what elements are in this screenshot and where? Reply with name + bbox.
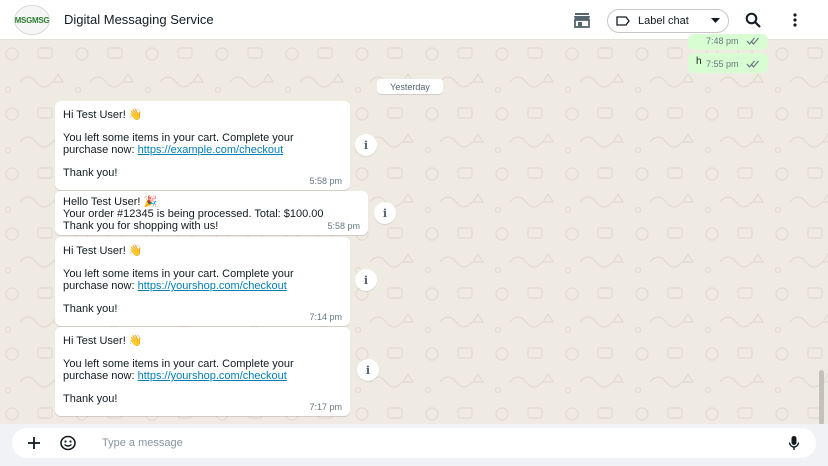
storefront-icon bbox=[574, 13, 590, 28]
double-check-icon bbox=[746, 60, 759, 68]
chat-title[interactable]: Digital Messaging Service bbox=[64, 12, 214, 27]
message-line: purchase now: https://example.com/checko… bbox=[63, 144, 284, 156]
mic-icon bbox=[788, 436, 800, 450]
incoming-message[interactable]: Hi Test User! 👋 You left some items in y… bbox=[55, 101, 350, 190]
message-time: 5:58 pm bbox=[327, 221, 360, 231]
voice-button[interactable] bbox=[784, 434, 804, 452]
incoming-message[interactable]: Hello Test User! 🎉 Your order #12345 is … bbox=[55, 191, 368, 235]
message-line: Your order #12345 is being processed. To… bbox=[63, 208, 324, 220]
message-line: You left some items in your cart. Comple… bbox=[63, 268, 294, 280]
outgoing-message[interactable]: h 7:55 pm bbox=[688, 53, 768, 73]
label-chat-text: Label chat bbox=[638, 15, 689, 27]
message-input[interactable] bbox=[102, 435, 772, 451]
info-icon[interactable]: i bbox=[355, 134, 377, 156]
search-button[interactable] bbox=[742, 10, 764, 30]
avatar[interactable]: MSGMSG bbox=[14, 5, 50, 35]
checkout-link[interactable]: https://yourshop.com/checkout bbox=[138, 280, 287, 292]
message-line: Thank you for shopping with us! bbox=[63, 220, 219, 232]
message-line: Hi Test User! 👋 bbox=[63, 109, 143, 121]
message-line: purchase now: https://yourshop.com/check… bbox=[63, 280, 287, 292]
message-line: Thank you! bbox=[63, 167, 118, 179]
label-icon bbox=[616, 16, 630, 26]
incoming-message[interactable]: Hi Test User! 👋 You left some items in y… bbox=[55, 237, 350, 326]
message-line: Hi Test User! 👋 bbox=[63, 245, 143, 257]
outgoing-text: h bbox=[696, 56, 702, 67]
message-line: Thank you! bbox=[63, 393, 118, 405]
double-check-icon bbox=[746, 37, 759, 45]
message-line: Hi Test User! 👋 bbox=[63, 335, 143, 347]
scrollbar[interactable] bbox=[819, 370, 824, 425]
message-time: 7:17 pm bbox=[309, 402, 342, 412]
outgoing-message[interactable]: 7:48 pm bbox=[688, 34, 768, 50]
message-line: Hello Test User! 🎉 bbox=[63, 196, 158, 208]
incoming-message[interactable]: Hi Test User! 👋 You left some items in y… bbox=[55, 327, 350, 416]
message-time: 5:58 pm bbox=[309, 176, 342, 186]
message-time: 7:14 pm bbox=[309, 312, 342, 322]
message-time: 7:48 pm bbox=[706, 36, 739, 46]
message-time: 7:55 pm bbox=[706, 59, 739, 69]
message-line: You left some items in your cart. Comple… bbox=[63, 358, 294, 370]
info-icon[interactable]: i bbox=[355, 269, 377, 291]
more-vert-icon bbox=[793, 13, 797, 27]
chat-area[interactable]: 7:48 pm h 7:55 pm Yesterday Hi Test User… bbox=[0, 34, 828, 425]
menu-button[interactable] bbox=[784, 10, 806, 30]
checkout-link[interactable]: https://yourshop.com/checkout bbox=[138, 370, 287, 382]
date-separator: Yesterday bbox=[377, 79, 443, 94]
chevron-down-icon bbox=[711, 18, 720, 23]
message-line: purchase now: https://yourshop.com/check… bbox=[63, 370, 287, 382]
search-icon bbox=[745, 12, 761, 28]
sticker-button[interactable] bbox=[58, 434, 78, 452]
label-chat-button[interactable]: Label chat bbox=[607, 9, 729, 33]
info-icon[interactable]: i bbox=[374, 202, 396, 224]
checkout-link[interactable]: https://example.com/checkout bbox=[138, 144, 284, 156]
info-icon[interactable]: i bbox=[357, 359, 379, 381]
brand-logo: MSGMSG bbox=[14, 15, 50, 25]
composer bbox=[12, 428, 816, 458]
attach-button[interactable] bbox=[24, 434, 44, 452]
sticker-icon bbox=[60, 435, 76, 451]
message-line: You left some items in your cart. Comple… bbox=[63, 132, 294, 144]
catalog-button[interactable] bbox=[571, 10, 593, 30]
composer-bar bbox=[0, 424, 828, 466]
plus-icon bbox=[28, 437, 40, 449]
message-line: Thank you! bbox=[63, 303, 118, 315]
